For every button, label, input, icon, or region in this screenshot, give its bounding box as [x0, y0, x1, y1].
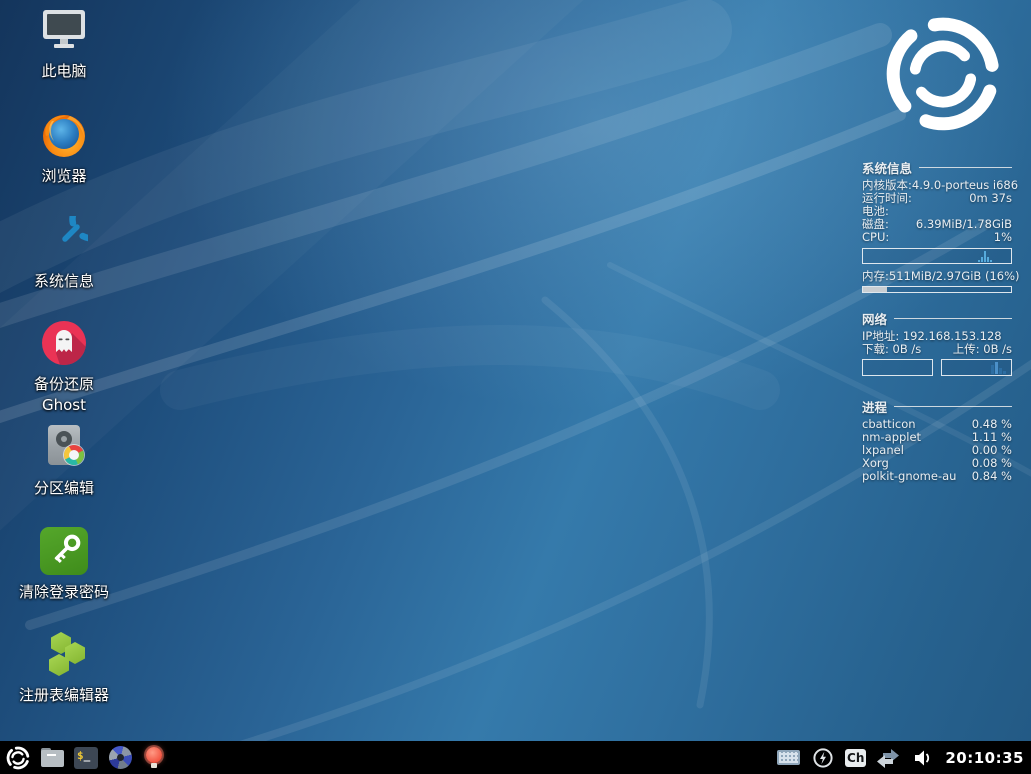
keyboard-icon — [777, 750, 800, 765]
taskbar-clock[interactable]: 20:10:35 — [945, 749, 1026, 767]
folder-icon — [41, 748, 64, 767]
file-manager-button[interactable] — [39, 745, 65, 771]
desktop-icon-sysinfo[interactable]: 系统信息 — [8, 216, 120, 292]
cpu-graph-bars — [978, 251, 992, 262]
section-title: 系统信息 — [862, 158, 912, 177]
desktop-icon-clear-password[interactable]: 清除登录密码 — [8, 527, 120, 603]
cpu-label: CPU: — [862, 231, 889, 244]
system-monitor: 系统信息 内核版本:4.9.0-porteus i686 运行时间:0m 37s… — [862, 158, 1012, 483]
desktop-icon-browser[interactable]: 浏览器 — [8, 111, 120, 187]
computer-icon — [40, 6, 88, 54]
process-name: polkit-gnome-au — [862, 470, 956, 483]
section-processes: 进程 cbatticon0.48 % nm-applet1.11 % lxpan… — [862, 397, 1012, 483]
system-tray: Ch 20:10:35 — [775, 745, 1026, 771]
shutter-icon — [109, 746, 132, 769]
battery-indicator[interactable] — [810, 745, 836, 771]
keyboard-layout-button[interactable] — [775, 745, 801, 771]
section-title: 进程 — [862, 397, 887, 416]
upload-graph — [941, 359, 1012, 376]
porteus-logo — [878, 8, 1008, 140]
desktop-icon-label: 注册表编辑器 — [8, 685, 120, 706]
screenshot-button[interactable] — [107, 745, 133, 771]
ghost-icon — [40, 319, 88, 367]
memory-label: 内存: — [862, 270, 889, 283]
memory-value: 511MiB/2.97GiB (16%) — [889, 270, 1020, 283]
desktop-icon-registry-editor[interactable]: 注册表编辑器 — [8, 630, 120, 706]
section-system-info: 系统信息 — [862, 158, 1012, 177]
registry-icon — [40, 630, 88, 678]
taskbar-launchers: $_ — [5, 745, 167, 771]
desktop-icon-ghost-backup[interactable]: 备份还原 Ghost — [8, 319, 120, 416]
terminal-icon: $_ — [74, 747, 98, 769]
desktop: 此电脑 浏览器 — [0, 0, 1031, 741]
desktop-icon-label: 此电脑 — [8, 61, 120, 82]
uptime-value: 0m 37s — [969, 192, 1012, 205]
section-title: 网络 — [862, 309, 887, 328]
upload-label: 上传: 0B /s — [953, 343, 1012, 356]
key-icon — [40, 527, 88, 575]
porteus-menu-icon — [5, 745, 31, 771]
process-row: polkit-gnome-au 0.84 % — [862, 470, 1012, 483]
language-indicator[interactable]: Ch — [845, 749, 866, 767]
network-indicator[interactable] — [875, 745, 901, 771]
gauge-icon — [40, 216, 88, 264]
power-saving-button[interactable] — [141, 745, 167, 771]
desktop-icon-label: 备份还原 — [8, 374, 120, 395]
desktop-icon-label: 清除登录密码 — [8, 582, 120, 603]
desktop-icon-computer[interactable]: 此电脑 — [8, 6, 120, 82]
terminal-button[interactable]: $_ — [73, 745, 99, 771]
network-arrows-icon — [875, 747, 901, 769]
cpu-graph — [862, 248, 1012, 264]
memory-bar-fill — [863, 287, 887, 292]
cpu-value: 1% — [994, 231, 1012, 244]
process-cpu: 0.84 % — [972, 470, 1012, 483]
download-graph — [862, 359, 933, 376]
taskbar: $_ Ch — [0, 741, 1031, 774]
menu-button[interactable] — [5, 745, 31, 771]
battery-charging-icon — [812, 747, 834, 769]
speaker-icon — [913, 748, 933, 768]
desktop-icon-partition-editor[interactable]: 分区编辑 — [8, 423, 120, 499]
download-label: 下载: 0B /s — [862, 343, 921, 356]
desktop-icon-label: 系统信息 — [8, 271, 120, 292]
desktop-icon-sublabel: Ghost — [8, 395, 120, 416]
desktop-icon-label: 浏览器 — [8, 166, 120, 187]
desktop-icon-label: 分区编辑 — [8, 478, 120, 499]
section-network: 网络 IP地址: 192.168.153.128 下载: 0B /s上传: 0B… — [862, 309, 1012, 376]
firefox-icon — [40, 111, 88, 159]
memory-bar — [862, 286, 1012, 293]
partition-editor-icon — [40, 423, 88, 471]
bulb-icon — [143, 746, 165, 770]
upload-graph-bars — [991, 362, 1006, 374]
volume-indicator[interactable] — [910, 745, 936, 771]
